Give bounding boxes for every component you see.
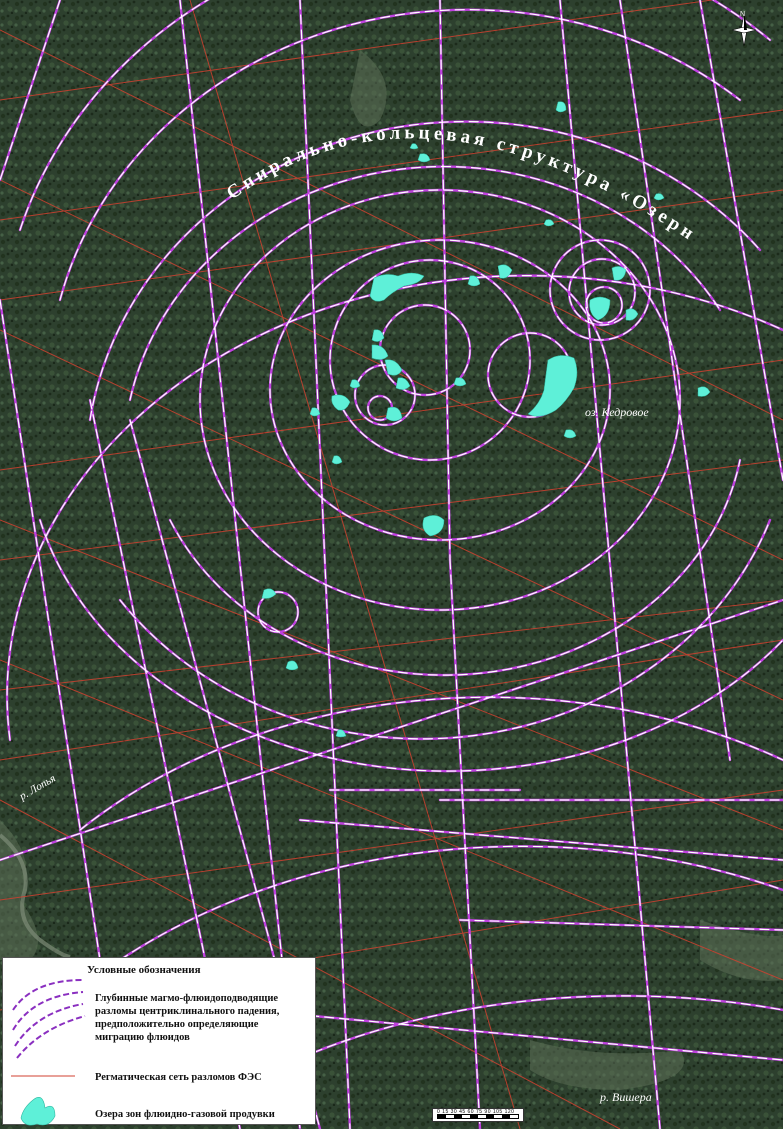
compass — [731, 8, 757, 50]
scale-bar-graphic — [437, 1114, 519, 1119]
lake-label: оз. Кедровое — [585, 405, 649, 419]
scale-bar: 0 15 30 45 60 75 90 105 120 — [432, 1108, 524, 1122]
legend-item-regmatic: Регматическая сеть разломов ФЭС — [95, 1072, 262, 1083]
legend: Условные обозначения Глубинные магмо-флю… — [2, 957, 316, 1126]
magma-fault-arcs-icon — [12, 979, 86, 1059]
legend-item-magma-faults: Глубинные магмо-флюидоподводящие разломы… — [95, 993, 280, 1043]
legend-item-lakes: Озера зон флюидно-газовой продувки — [95, 1109, 275, 1120]
river-vishera-label: р. Вишера — [599, 1090, 652, 1104]
lake-shape-icon — [20, 1097, 56, 1126]
